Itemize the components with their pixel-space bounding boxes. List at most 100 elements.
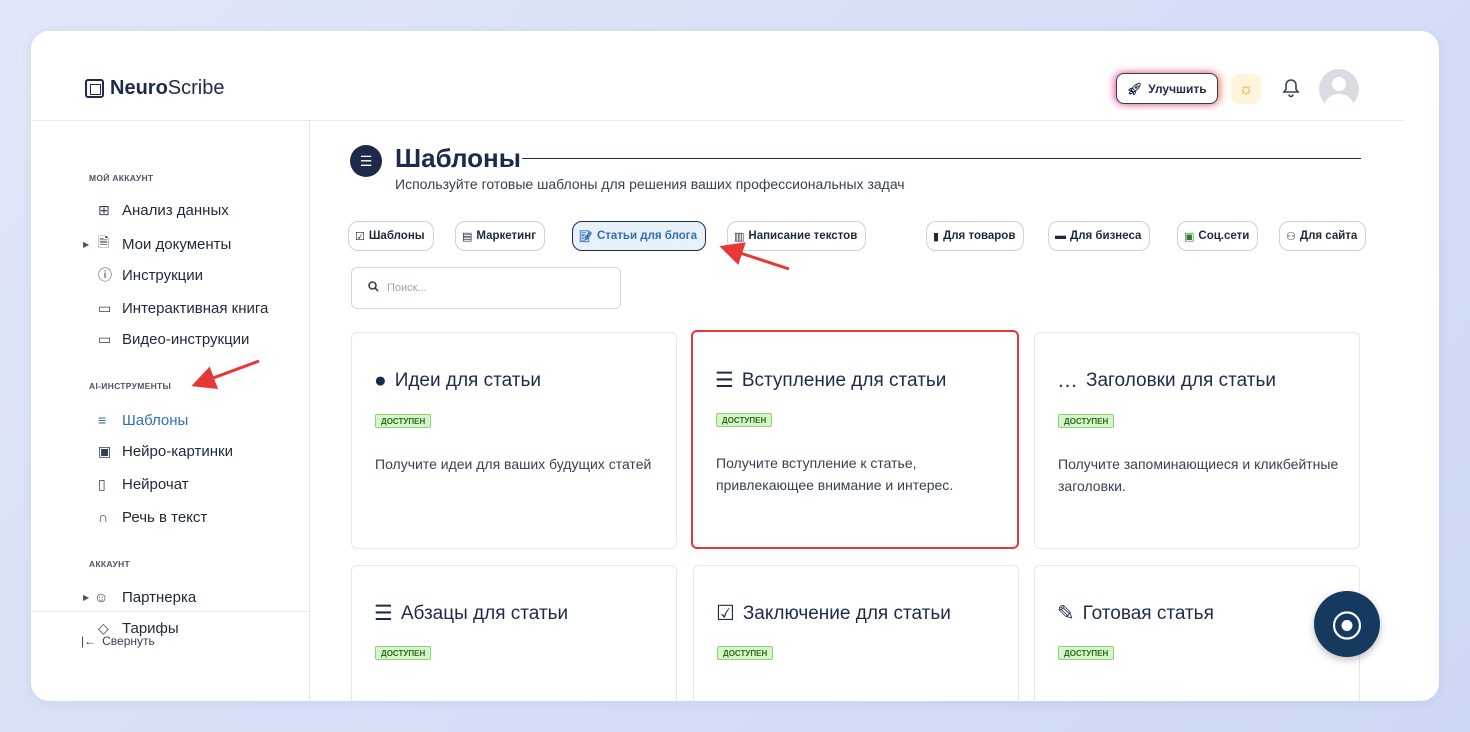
users-icon: ☺	[94, 589, 109, 605]
tab-copywriting[interactable]: ▥ Написание текстов	[727, 221, 867, 251]
sidebar-section-title: AI-ИНСТРУМЕНТЫ	[89, 381, 172, 391]
books-icon: ▥	[734, 230, 745, 243]
page-subtitle: Используйте готовые шаблоны для решения …	[395, 176, 905, 192]
notepad-icon: …	[1057, 369, 1078, 392]
tab-products[interactable]: ▮ Для товаров	[926, 221, 1025, 251]
card-description: Получите запоминающиеся и кликбейтные за…	[1058, 456, 1339, 494]
sidebar-item-interactive-book[interactable]: ▭ Интерактивная книга	[83, 296, 268, 320]
ledger-icon: ▣	[1184, 230, 1195, 243]
tab-label: Написание текстов	[748, 230, 858, 242]
card-title: Готовая статья	[1082, 602, 1214, 624]
tab-label: Для товаров	[943, 230, 1016, 242]
status-badge: ДОСТУПЕН	[375, 646, 432, 660]
text-lines-icon: ☰	[715, 369, 734, 392]
sidebar-item-partners[interactable]: ▶ ☺ Партнерка	[83, 585, 196, 609]
sidebar-item-label: Партнерка	[122, 588, 197, 606]
sidebar-item-label: Интерактивная книга	[122, 299, 269, 317]
sidebar-item-templates[interactable]: ≡ Шаблоны	[83, 408, 188, 432]
card-title: Заключение для статьи	[742, 602, 951, 624]
annotation-arrow-blog-tab	[719, 242, 790, 271]
status-badge: ДОСТУПЕН	[717, 646, 774, 660]
template-card-article-conclusion[interactable]: ☑ Заключение для статьи ДОСТУПЕН	[693, 565, 1019, 701]
sidebar-item-video-instructions[interactable]: ▭ Видео-инструкции	[83, 327, 249, 351]
calendar-icon: ▤	[462, 230, 473, 243]
notifications-bell-icon[interactable]	[1279, 76, 1303, 100]
theme-toggle-sun-icon[interactable]: ☼	[1231, 74, 1261, 104]
memo-icon: 📝︎	[579, 230, 593, 243]
card-description: Получите вступление к статье, привлекающ…	[716, 455, 954, 493]
page-scrollbar[interactable]: ▲ ▼	[1403, 31, 1439, 701]
speech-bubble-icon: ●	[374, 369, 387, 392]
list-icon: ☰	[374, 602, 393, 625]
tab-label: Шаблоны	[368, 230, 425, 242]
user-avatar[interactable]	[1319, 69, 1359, 109]
laptop-icon: ▬	[1055, 230, 1066, 242]
card-title: Абзацы для статьи	[400, 602, 569, 624]
status-badge: ДОСТУПЕН	[375, 414, 432, 428]
template-card-article-intro[interactable]: ☰ Вступление для статьи ДОСТУПЕН Получит…	[691, 330, 1019, 549]
app-window: NeuroScribe 🚀︎ Улучшить ☼ ▲ ▼ МОЙ АККАУН…	[31, 31, 1439, 701]
sidebar-item-label: Речь в текст	[122, 508, 208, 526]
chat-icon: ▯	[98, 475, 106, 492]
tab-label: Маркетинг	[476, 230, 536, 242]
card-description: Получите идеи для ваших будущих статей	[375, 456, 652, 472]
top-header: NeuroScribe 🚀︎ Улучшить ☼	[31, 31, 1403, 121]
sidebar-item-neurochat[interactable]: ▯ Нейрочат	[83, 472, 189, 496]
tab-website[interactable]: ⚇ Для сайта	[1279, 221, 1367, 251]
status-badge: ДОСТУПЕН	[716, 413, 773, 427]
search-input[interactable]	[387, 282, 587, 294]
template-card-article-ideas[interactable]: ● Идеи для статьи ДОСТУПЕН Получите идеи…	[351, 332, 677, 549]
template-search[interactable]	[351, 267, 621, 309]
template-card-article-paragraphs[interactable]: ☰ Абзацы для статьи ДОСТУПЕН	[351, 565, 677, 701]
sidebar-section-title: АККАУНТ	[89, 559, 131, 569]
robot-face-icon: ⚇	[1286, 230, 1296, 243]
sidebar-item-label: Мои документы	[122, 235, 232, 253]
sidebar-item-label: Инструкции	[122, 266, 204, 284]
page-title: Шаблоны	[395, 143, 521, 173]
sidebar-item-speech-to-text[interactable]: ∩ Речь в текст	[83, 505, 207, 529]
grid-icon: ⊞	[98, 201, 110, 218]
upgrade-label: Улучшить	[1148, 81, 1207, 96]
sidebar-item-label: Видео-инструкции	[122, 330, 250, 348]
tab-label: Для бизнеса	[1070, 230, 1142, 242]
card-title: Идеи для статьи	[394, 370, 541, 391]
tab-label: Соц.сети	[1198, 230, 1250, 242]
sidebar-item-analytics[interactable]: ⊞ Анализ данных	[83, 198, 229, 222]
logo[interactable]: NeuroScribe	[85, 77, 225, 100]
template-card-full-article[interactable]: ✎ Готовая статья ДОСТУПЕН	[1034, 565, 1360, 701]
sidebar: МОЙ АККАУНТ ⊞ Анализ данных ▶ 🗎︎ Мои док…	[31, 121, 310, 701]
sidebar-item-label: Нейро-картинки	[122, 442, 233, 460]
sidebar-divider	[31, 611, 310, 612]
status-badge: ДОСТУПЕН	[1058, 646, 1115, 660]
logo-icon	[85, 79, 104, 98]
rocket-icon: 🚀︎	[1127, 81, 1143, 96]
tab-templates[interactable]: ☑ Шаблоны	[348, 221, 434, 251]
status-badge: ДОСТУПЕН	[1058, 414, 1115, 428]
tab-business[interactable]: ▬ Для бизнеса	[1048, 221, 1151, 251]
sidebar-item-neuro-images[interactable]: ▣ Нейро-картинки	[83, 439, 233, 463]
sidebar-item-documents[interactable]: ▶ 🗎︎ Мои документы	[83, 232, 231, 256]
upgrade-button[interactable]: 🚀︎ Улучшить	[1116, 73, 1218, 104]
checkbox-icon: ☑	[355, 230, 365, 243]
template-card-article-headlines[interactable]: … Заголовки для статьи ДОСТУПЕН Получите…	[1034, 332, 1360, 549]
search-icon	[368, 281, 379, 295]
collapse-sidebar-button[interactable]: |← Свернуть	[81, 634, 155, 648]
video-icon: ▭	[98, 330, 112, 347]
sidebar-item-instructions[interactable]: ⓘ Инструкции	[83, 263, 203, 287]
sidebar-item-label: Нейрочат	[122, 475, 189, 493]
assistant-logo-icon: ⦿	[1332, 611, 1362, 644]
title-divider	[522, 158, 1361, 159]
card-title: Заголовки для статьи	[1086, 370, 1276, 391]
tab-social[interactable]: ▣ Соц.сети	[1177, 221, 1259, 251]
sidebar-section-title: МОЙ АККАУНТ	[89, 173, 154, 183]
expand-caret-icon[interactable]: ▶	[83, 593, 94, 602]
help-circle-icon: ⓘ	[98, 267, 112, 283]
tab-blog-articles[interactable]: 📝︎ Статьи для блога	[572, 221, 706, 251]
expand-caret-icon[interactable]: ▶	[83, 240, 94, 249]
chat-assistant-button[interactable]: ⦿	[1314, 591, 1380, 657]
tab-marketing[interactable]: ▤ Маркетинг	[455, 221, 545, 251]
phone-icon: ▮	[933, 230, 940, 243]
logo-rest-text: Scribe	[167, 77, 225, 99]
document-icon: 🗎︎	[98, 234, 110, 250]
templates-stack-icon: ☰	[350, 145, 382, 177]
